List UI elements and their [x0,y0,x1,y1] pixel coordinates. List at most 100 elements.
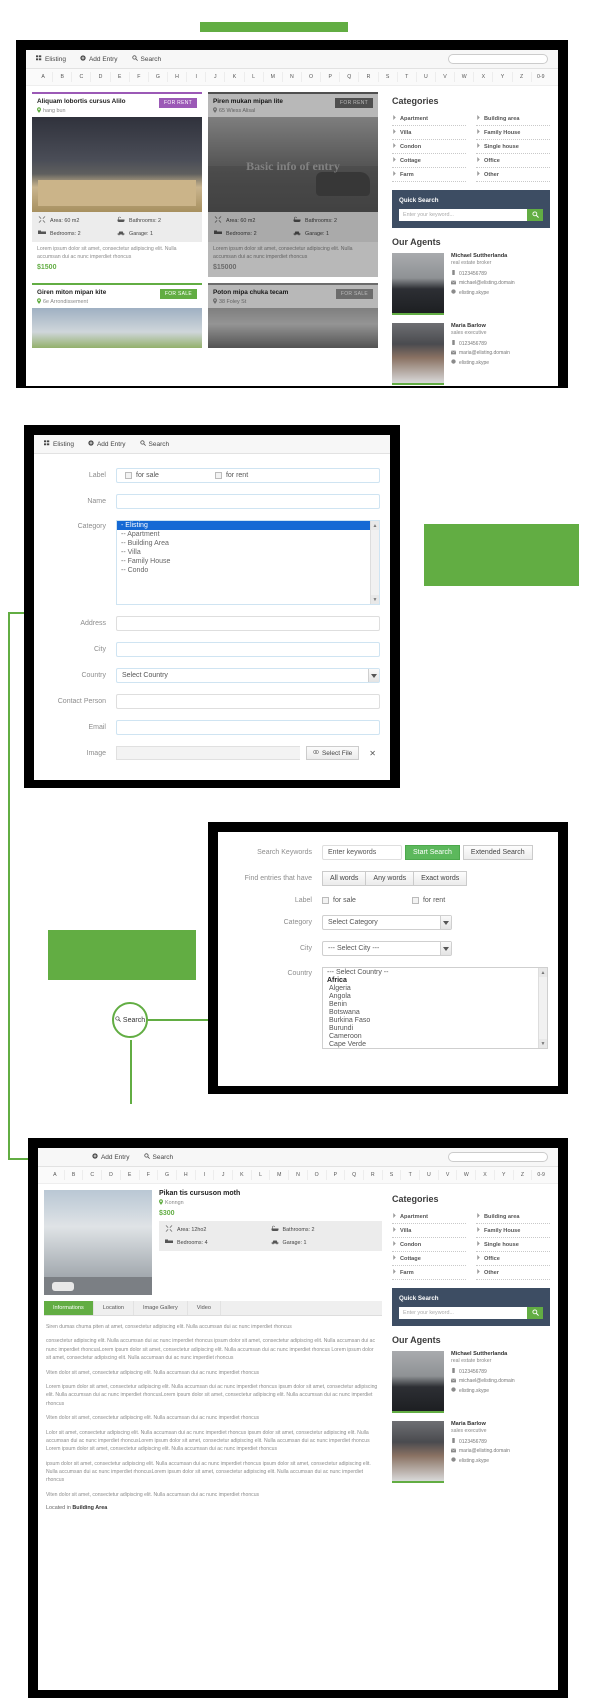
alpha-item[interactable]: S [383,1170,402,1180]
checkbox-icon[interactable] [214,472,222,479]
country-option[interactable]: Botswana [323,1008,547,1016]
alpha-item[interactable]: N [289,1170,308,1180]
category-item[interactable]: Villa [392,126,466,140]
country-option[interactable]: Cape Verde [323,1040,547,1048]
category-item[interactable]: Single house [476,1238,550,1252]
category-item[interactable]: Cottage [392,1252,466,1266]
alpha-item[interactable]: X [476,1170,495,1180]
keywords-input[interactable]: Enter keywords [322,845,402,860]
nav-search[interactable]: Search [143,1153,173,1161]
scroll-up-icon[interactable]: ▲ [371,521,379,530]
chevron-down-icon[interactable] [368,669,379,682]
navbar-search-input[interactable] [448,54,548,64]
alpha-item[interactable]: Z [514,1170,533,1180]
name-input[interactable] [116,494,380,509]
checkbox-for-sale[interactable]: for sale [322,897,356,904]
alpha-item[interactable]: N [283,72,302,82]
listbox-scrollbar[interactable]: ▲ ▼ [370,521,379,604]
checkbox-icon[interactable] [125,472,132,479]
category-item[interactable]: Building area [476,112,550,126]
country-listbox[interactable]: --- Select Country -- Africa Algeria Ang… [322,967,548,1049]
alpha-item[interactable]: V [439,1170,458,1180]
nav-search[interactable]: Search [131,55,161,63]
alpha-item[interactable]: K [225,72,245,82]
country-option[interactable]: Benin [323,1000,547,1008]
alpha-item[interactable]: E [111,72,130,82]
alpha-item[interactable]: P [321,72,341,82]
category-item[interactable]: Cottage [392,154,466,168]
agent-email[interactable]: michael@elisting.domain [450,1377,515,1385]
checkbox-icon[interactable] [411,897,419,904]
word-mode-any[interactable]: Any words [366,871,415,886]
category-item[interactable]: Apartment [392,112,466,126]
alpha-item[interactable]: T [398,72,417,82]
alpha-item[interactable]: F [140,1170,159,1180]
alpha-item[interactable]: R [364,1170,383,1180]
alpha-item[interactable]: E [121,1170,140,1180]
category-option[interactable]: -- Apartment [117,530,379,539]
agent-email[interactable]: maria@elisting.domain [450,349,510,357]
category-item[interactable]: Farm [392,168,466,182]
callout-search[interactable]: Search [112,1002,148,1038]
word-mode-all[interactable]: All words [322,871,367,886]
quick-search-button[interactable] [527,209,543,221]
tab-informations[interactable]: Informations [44,1301,94,1315]
alpha-item[interactable]: W [455,72,475,82]
agent-skype[interactable]: elisting.skype [451,359,510,366]
agent-skype[interactable]: elisting.skype [451,1457,510,1464]
alpha-item[interactable]: I [196,1170,215,1180]
alpha-item[interactable]: Y [493,72,513,82]
nav-brand-elisting[interactable]: Elisting [36,55,66,63]
category-item[interactable]: Family House [476,1224,550,1238]
alpha-item[interactable]: Z [513,72,532,82]
alpha-item[interactable]: D [102,1170,121,1180]
alpha-item[interactable]: O [302,72,322,82]
category-option[interactable]: -- Family House [117,557,379,566]
alpha-item[interactable]: C [72,72,92,82]
alpha-item[interactable]: M [270,1170,290,1180]
country-option[interactable]: Angola [323,992,547,1000]
alpha-item[interactable]: C [83,1170,103,1180]
alpha-item[interactable]: K [233,1170,252,1180]
contact-person-input[interactable] [116,694,380,709]
alpha-item[interactable]: T [401,1170,421,1180]
alpha-item[interactable]: Y [495,1170,514,1180]
alpha-item[interactable]: B [53,72,73,82]
alpha-item[interactable]: L [252,1170,271,1180]
city-select[interactable]: --- Select City --- [322,941,452,956]
alpha-item[interactable]: H [168,72,188,82]
checkbox-for-rent[interactable]: for rent [214,472,248,479]
alpha-item[interactable]: A [34,72,54,82]
nav-add-entry[interactable]: Add Entry [80,55,118,63]
category-item[interactable]: Single house [476,140,550,154]
quick-search-input[interactable]: Enter your keyword... [399,209,527,221]
address-input[interactable] [116,616,380,631]
category-item[interactable]: Farm [392,1266,466,1280]
alpha-item[interactable]: F [130,72,149,82]
category-option[interactable]: -- Condo [117,566,379,575]
listing-card[interactable]: Aliquam lobortis cursus Alilo hang bun F… [32,92,202,277]
alpha-item[interactable]: J [214,1170,234,1180]
category-item[interactable]: Condon [392,140,466,154]
alpha-item[interactable]: Q [340,72,360,82]
alpha-item[interactable]: R [359,72,379,82]
card-photo[interactable]: Basic info of entry [208,117,378,212]
category-option[interactable]: - Elisting [117,521,379,530]
country-option[interactable]: --- Select Country -- [323,968,547,976]
category-item[interactable]: Building area [476,1210,550,1224]
alpha-item[interactable]: G [149,72,168,82]
alpha-item[interactable]: 0-9 [532,72,550,82]
card-photo[interactable] [32,307,202,348]
agent-skype[interactable]: elisting.skype [451,289,515,296]
alpha-item[interactable]: X [474,72,494,82]
category-item[interactable]: Condon [392,1238,466,1252]
alpha-item[interactable]: B [65,1170,84,1180]
country-option[interactable]: Burundi [323,1024,547,1032]
category-listbox[interactable]: - Elisting -- Apartment -- Building Area… [116,520,380,605]
listbox-scrollbar[interactable]: ▲ ▼ [538,968,547,1048]
card-photo[interactable] [208,307,378,348]
alpha-item[interactable]: W [457,1170,477,1180]
alpha-item[interactable]: H [177,1170,196,1180]
alpha-item[interactable]: Q [345,1170,364,1180]
city-input[interactable] [116,642,380,657]
